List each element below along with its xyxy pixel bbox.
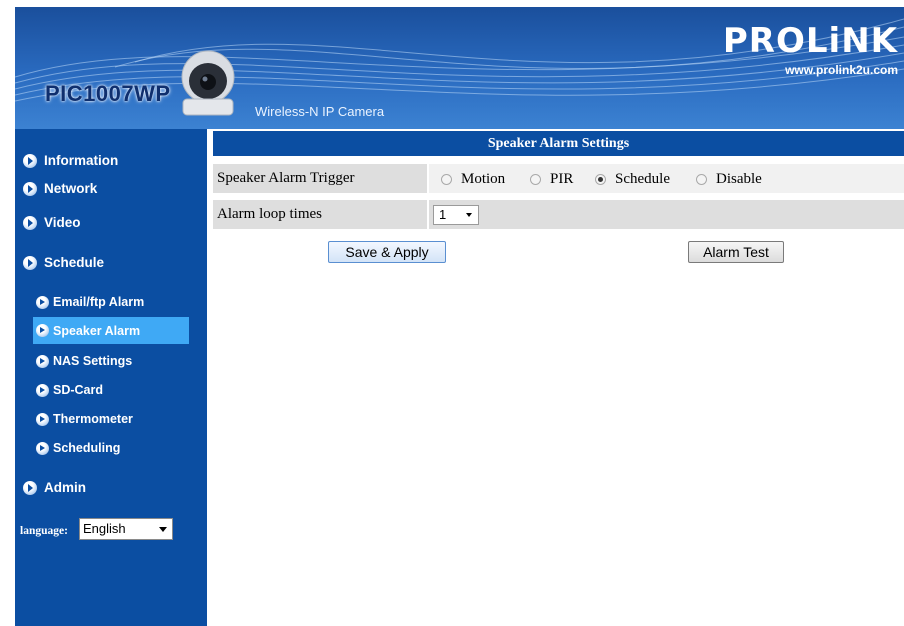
radio-label: Motion	[461, 171, 506, 187]
save-apply-button[interactable]: Save & Apply	[328, 241, 446, 263]
radio-pir[interactable]: PIR	[530, 171, 574, 187]
language-label: language:	[20, 525, 68, 537]
arrow-circle-icon	[36, 412, 49, 426]
loop-value-cell: 1	[429, 200, 904, 229]
arrow-circle-icon	[23, 215, 37, 230]
sidebar-item-network[interactable]: Network	[23, 181, 97, 196]
arrow-circle-icon	[23, 480, 37, 495]
product-subtitle: Wireless-N IP Camera	[255, 104, 385, 119]
trigger-label: Speaker Alarm Trigger	[213, 164, 427, 193]
sidebar-item-label: Email/ftp Alarm	[53, 295, 145, 309]
sidebar-item-scheduling[interactable]: Scheduling	[36, 441, 120, 455]
arrow-circle-icon	[36, 383, 49, 397]
radio-circle[interactable]	[595, 173, 606, 185]
sidebar-item-label: Admin	[44, 480, 86, 495]
sidebar: Information Network Video Schedule Email…	[15, 129, 207, 626]
trigger-options: Motion PIR Schedule Disable	[429, 164, 904, 193]
sidebar-item-video[interactable]: Video	[23, 215, 81, 230]
sidebar-item-speaker-alarm[interactable]: Speaker Alarm	[33, 317, 189, 344]
sidebar-item-label: Video	[44, 215, 81, 230]
sidebar-item-label: Speaker Alarm	[53, 323, 141, 338]
page-title: Speaker Alarm Settings	[213, 131, 904, 156]
loop-label: Alarm loop times	[213, 200, 427, 229]
arrow-circle-icon	[36, 354, 49, 368]
sidebar-item-nas-settings[interactable]: NAS Settings	[36, 354, 132, 368]
radio-schedule[interactable]: Schedule	[595, 171, 670, 187]
radio-motion[interactable]: Motion	[441, 171, 506, 187]
alarm-test-button[interactable]: Alarm Test	[688, 241, 784, 263]
chevron-down-icon	[466, 213, 472, 217]
sidebar-item-label: Schedule	[44, 255, 105, 270]
sidebar-item-label: Thermometer	[53, 412, 133, 426]
sidebar-item-admin[interactable]: Admin	[23, 480, 86, 495]
chevron-down-icon	[159, 527, 167, 532]
language-value: English	[83, 521, 126, 536]
header-banner: PIC1007WP Wireless-N IP Camera PROLiNK w…	[15, 7, 904, 129]
brand-logo: PROLiNK	[722, 21, 898, 61]
radio-disable[interactable]: Disable	[696, 171, 762, 187]
sidebar-item-label: Network	[44, 181, 98, 196]
brand-url: www.prolink2u.com	[785, 63, 898, 77]
radio-label: PIR	[550, 171, 574, 187]
radio-label: Schedule	[615, 171, 670, 187]
loop-times-value: 1	[439, 207, 447, 222]
radio-circle[interactable]	[696, 173, 707, 185]
sidebar-item-schedule[interactable]: Schedule	[23, 255, 104, 270]
arrow-circle-icon	[23, 255, 37, 270]
radio-circle[interactable]	[441, 173, 452, 185]
sidebar-item-label: SD-Card	[53, 383, 104, 397]
arrow-circle-icon	[36, 295, 49, 309]
sidebar-item-information[interactable]: Information	[23, 153, 118, 168]
arrow-circle-icon	[36, 441, 49, 455]
sidebar-item-label: Information	[44, 153, 119, 168]
sidebar-item-label: NAS Settings	[53, 354, 133, 368]
radio-label: Disable	[716, 171, 762, 187]
arrow-circle-icon	[23, 181, 37, 196]
camera-image	[175, 47, 241, 122]
loop-times-select[interactable]: 1	[433, 205, 479, 225]
sidebar-item-sd-card[interactable]: SD-Card	[36, 383, 103, 397]
arrow-circle-icon	[23, 153, 37, 168]
sidebar-item-label: Scheduling	[53, 441, 121, 455]
model-name: PIC1007WP	[45, 81, 171, 106]
sidebar-item-thermometer[interactable]: Thermometer	[36, 412, 133, 426]
radio-circle[interactable]	[530, 173, 541, 185]
sidebar-item-email-ftp-alarm[interactable]: Email/ftp Alarm	[36, 295, 144, 309]
arrow-circle-icon	[36, 324, 49, 337]
language-select[interactable]: English	[79, 518, 173, 540]
